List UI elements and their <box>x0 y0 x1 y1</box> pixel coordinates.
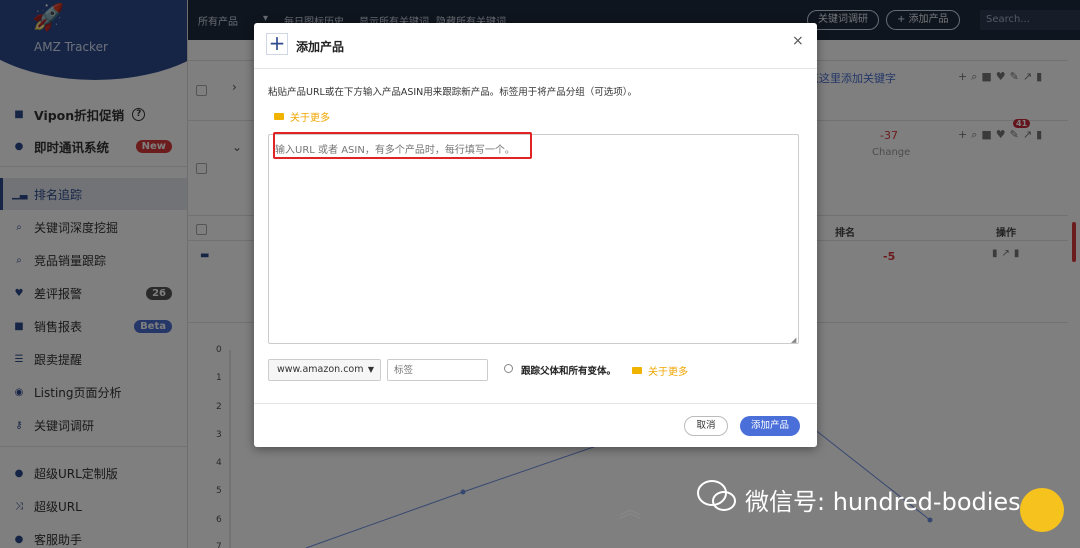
chat-support-icon[interactable] <box>1020 488 1064 532</box>
scroll-up-chevron-icon[interactable]: ︽ <box>619 492 641 524</box>
dialog-title: 添加产品 <box>296 40 345 54</box>
close-icon[interactable]: × <box>792 33 804 49</box>
add-product-submit-button[interactable]: 添加产品 <box>740 416 800 436</box>
url-asin-textarea[interactable] <box>268 134 799 344</box>
track-variants-label: 跟踪父体和所有变体。 <box>521 366 617 377</box>
tag-input[interactable] <box>387 359 488 381</box>
marketplace-select[interactable]: www.amazon.com ▼ <box>268 359 381 381</box>
dialog-header: + 添加产品 × <box>254 23 817 69</box>
marketplace-value: www.amazon.com <box>277 364 364 375</box>
track-variants-radio[interactable] <box>504 364 513 373</box>
learn-more-link[interactable]: 关于更多 <box>274 109 330 124</box>
video-icon <box>632 367 642 374</box>
wechat-logo-icon <box>697 480 736 511</box>
cancel-button[interactable]: 取消 <box>684 416 728 436</box>
video-icon <box>274 113 284 120</box>
dropdown-arrow-icon: ▼ <box>367 365 374 374</box>
learn-more-link-2[interactable]: 关于更多 <box>632 363 688 378</box>
highlight-box <box>273 132 532 159</box>
plus-icon: + <box>266 33 288 55</box>
learn-more-label: 关于更多 <box>290 113 330 124</box>
divider <box>254 403 817 404</box>
add-product-dialog: + 添加产品 × 粘贴产品URL或在下方输入产品ASIN用来跟踪新产品。标签用于… <box>254 23 817 447</box>
resize-grip-icon[interactable]: ◢ <box>791 336 796 344</box>
watermark-text: 微信号: hundred-bodies <box>745 488 1021 516</box>
instructions-text: 粘贴产品URL或在下方输入产品ASIN用来跟踪新产品。标签用于将产品分组（可选项… <box>268 87 638 98</box>
learn-more-label: 关于更多 <box>648 367 688 378</box>
